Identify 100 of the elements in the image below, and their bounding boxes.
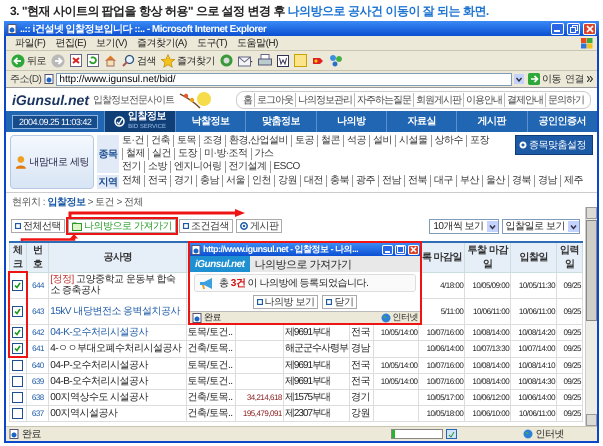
messenger-button[interactable] (328, 52, 344, 69)
checkbox[interactable] (12, 392, 24, 403)
top-link[interactable]: 자주하는질문 (354, 92, 413, 106)
back-button[interactable]: 뒤로 (10, 52, 47, 69)
refresh-button[interactable] (86, 52, 100, 69)
popup-button[interactable]: 닫기 (322, 294, 358, 309)
region-link[interactable]: 부산 (456, 175, 482, 187)
category-link[interactable]: 전기설계 (224, 161, 270, 173)
category-link[interactable]: 석공 (343, 135, 370, 147)
project-name-link[interactable]: [정정] 고양중학교 운동부 합숙소 증축공사 (50, 274, 185, 296)
checkbox[interactable] (12, 326, 24, 338)
top-link[interactable]: 회원게시판 (413, 92, 463, 106)
category-link[interactable]: 시설물 (395, 135, 431, 147)
close-button[interactable] (583, 22, 596, 34)
category-link[interactable]: 설비 (369, 135, 396, 147)
menu-item[interactable]: 도구(T) (192, 36, 232, 50)
category-link[interactable]: 엔지니어링 (170, 161, 224, 173)
region-link[interactable]: 전남 (378, 175, 404, 187)
setup-button[interactable]: 내맘대로 세팅 (10, 135, 94, 189)
category-link[interactable]: 포장 (466, 135, 492, 147)
category-link[interactable]: 토목 (172, 135, 199, 147)
minimize-button[interactable] (551, 22, 564, 34)
top-link[interactable]: 로그아웃 (254, 92, 295, 106)
maximize-button[interactable] (395, 244, 406, 254)
top-link[interactable]: 나의정보관리 (295, 92, 354, 106)
category-link[interactable]: 토공 (291, 135, 318, 147)
checkbox[interactable] (12, 306, 24, 317)
menu-item[interactable]: 보기(V) (91, 36, 132, 50)
region-link[interactable]: 광주 (352, 175, 378, 187)
action-button[interactable]: 게시판 (236, 219, 282, 233)
category-link[interactable]: 소방 (144, 161, 170, 173)
top-link[interactable]: 홈 (241, 92, 254, 106)
region-link[interactable]: 전북 (404, 175, 430, 187)
nav-tab[interactable]: 자료실 (386, 111, 456, 132)
region-link[interactable]: 충남 (196, 175, 222, 187)
category-link[interactable]: 환경,산업설비 (224, 135, 292, 147)
region-link[interactable]: 서울 (222, 175, 248, 187)
address-field[interactable]: http://www.igunsul.net/bid/ (56, 72, 512, 86)
region-link[interactable]: 전국 (144, 175, 170, 187)
media-button[interactable] (219, 52, 234, 69)
category-link[interactable]: 미·방·조적 (200, 148, 251, 160)
menu-item[interactable]: 파일(F) (10, 36, 50, 50)
view-select[interactable]: 입찰일로 보기 (502, 218, 580, 234)
region-link[interactable]: 제주 (560, 175, 586, 187)
region-link[interactable]: 충북 (326, 175, 352, 187)
stop-button[interactable] (69, 52, 83, 69)
top-link[interactable]: 결제안내 (504, 92, 545, 106)
nav-tab[interactable]: 낙찰정보 (174, 111, 246, 132)
close-button[interactable] (408, 244, 419, 254)
checkbox[interactable] (12, 408, 24, 419)
view-select[interactable]: 10개씩 보기 (429, 218, 499, 234)
scrollbar[interactable] (585, 207, 597, 426)
word-button[interactable] (276, 52, 290, 69)
top-link[interactable]: 이용안내 (463, 92, 504, 106)
search-button[interactable]: 검색 (121, 52, 157, 69)
category-link[interactable]: 철콘 (317, 135, 344, 147)
action-button[interactable]: 나의방으로 가져가기 (68, 219, 176, 233)
custom-settings-button[interactable]: 종목맞춤설정 (515, 135, 593, 155)
category-link[interactable]: 전기 (122, 161, 144, 173)
checkbox[interactable] (12, 342, 24, 354)
category-link[interactable]: ESCO (270, 161, 303, 173)
nav-tab[interactable]: 맞춤정보 (245, 111, 316, 132)
menu-item[interactable]: 즐겨찾기(A) (132, 36, 192, 50)
category-link[interactable]: 건축 (146, 135, 173, 147)
minimize-button[interactable] (382, 244, 393, 254)
menu-item[interactable]: 편집(E) (50, 36, 92, 50)
region-link[interactable]: 인천 (248, 175, 274, 187)
region-link[interactable]: 경북 (508, 175, 534, 187)
region-link[interactable]: 전체 (122, 175, 144, 187)
action-button[interactable]: 전체선택 (11, 219, 65, 233)
popup-button[interactable]: 나의방 보기 (252, 294, 318, 309)
action-button[interactable]: 조건검색 (178, 219, 233, 233)
category-link[interactable]: 토·건 (122, 135, 147, 147)
category-link[interactable]: 조경 (198, 135, 225, 147)
favorites-button[interactable]: 즐겨찾기 (160, 52, 216, 69)
region-link[interactable]: 대구 (430, 175, 456, 187)
region-link[interactable]: 경기 (170, 175, 196, 187)
nav-tab[interactable]: 게시판 (456, 111, 527, 132)
category-link[interactable]: 실건 (148, 148, 174, 160)
table-cell-text: 건축/토목.. (188, 343, 234, 354)
region-link[interactable]: 대전 (300, 175, 326, 187)
region-link[interactable]: 경남 (534, 175, 560, 187)
links-label[interactable]: 연결 (565, 72, 584, 86)
category-link[interactable]: 도장 (174, 148, 200, 160)
checkbox[interactable] (12, 360, 24, 371)
region-link[interactable]: 울산 (482, 175, 508, 187)
table-cell-text: 09/25 (562, 392, 581, 403)
checkbox[interactable] (12, 280, 24, 291)
nav-tab[interactable]: 공인인증서 (526, 111, 597, 132)
nav-tab[interactable]: 나의방 (316, 111, 386, 132)
category-link[interactable]: 가스 (250, 148, 277, 160)
region-link[interactable]: 강원 (274, 175, 300, 187)
menu-item[interactable]: 도움말(H) (232, 36, 283, 50)
table-cell-text: 10/06/12:00 (471, 392, 510, 403)
top-link[interactable]: 문의하기 (545, 92, 586, 106)
restore-button[interactable] (567, 22, 580, 34)
category-link[interactable]: 철제 (122, 148, 148, 160)
site-logo[interactable]: iGunsul.net (12, 92, 89, 108)
checkbox[interactable] (12, 376, 24, 387)
category-link[interactable]: 상하수 (430, 135, 466, 147)
